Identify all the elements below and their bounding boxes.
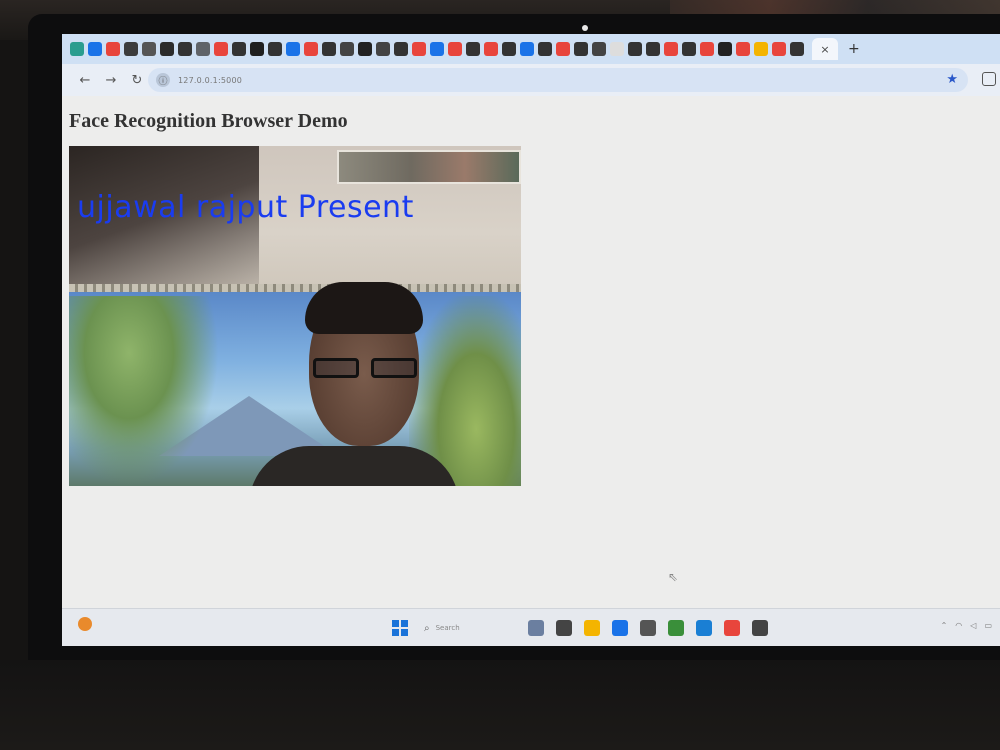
tab-favicon-icon[interactable] (412, 42, 426, 56)
search-placeholder: Search (435, 624, 460, 632)
tab-favicon-icon[interactable] (268, 42, 282, 56)
tab-favicon-icon[interactable] (340, 42, 354, 56)
tab-favicon-icon[interactable] (574, 42, 588, 56)
taskbar-app-icon[interactable] (556, 620, 572, 636)
taskbar-search[interactable]: ⌕ Search (424, 619, 516, 637)
back-button[interactable]: ← (72, 73, 98, 88)
video-picture-frame (337, 150, 521, 184)
recognition-label: ujjawal rajput Present (77, 190, 414, 225)
taskbar-app-icon[interactable] (640, 620, 656, 636)
tab-favicon-icon[interactable] (538, 42, 552, 56)
tab-favicon-icon[interactable] (682, 42, 696, 56)
weather-widget[interactable] (78, 617, 92, 631)
glasses-left-lens (313, 358, 359, 378)
webcam-light (582, 25, 588, 31)
tab-favicon-icon[interactable] (592, 42, 606, 56)
tab-favicon-icon[interactable] (304, 42, 318, 56)
tab-favicon-icon[interactable] (628, 42, 642, 56)
tab-favicon-icon[interactable] (430, 42, 444, 56)
page-title: Face Recognition Browser Demo (69, 110, 348, 132)
start-button[interactable] (392, 620, 408, 636)
tab-favicon-icon[interactable] (214, 42, 228, 56)
tab-favicon-icon[interactable] (286, 42, 300, 56)
laptop-base (0, 660, 1000, 750)
taskbar-app-icon[interactable] (752, 620, 768, 636)
video-wallpaper-border (69, 284, 521, 292)
mouse-cursor-icon: ⇖ (668, 570, 679, 584)
video-shadow (69, 146, 259, 306)
new-tab-button[interactable]: + (848, 41, 860, 57)
reload-button[interactable]: ↻ (124, 73, 150, 88)
wifi-icon[interactable]: ◠ (955, 621, 962, 630)
tab-favicon-icon[interactable] (736, 42, 750, 56)
tab-favicon-icon[interactable] (232, 42, 246, 56)
side-panel-icon[interactable] (982, 72, 996, 86)
tab-favicon-icon[interactable] (664, 42, 678, 56)
taskbar-app-icon[interactable] (696, 620, 712, 636)
active-tab[interactable]: × (812, 38, 838, 60)
webcam-video-feed: ujjawal rajput Present (69, 146, 521, 486)
tab-favicon-icon[interactable] (178, 42, 192, 56)
tab-favicon-icon[interactable] (250, 42, 264, 56)
tab-favicon-icon[interactable] (448, 42, 462, 56)
taskbar-app-icon[interactable] (612, 620, 628, 636)
taskbar-app-icon[interactable] (724, 620, 740, 636)
tab-favicon-icon[interactable] (88, 42, 102, 56)
tab-favicon-icon[interactable] (646, 42, 660, 56)
taskbar-app-icon[interactable] (668, 620, 684, 636)
site-info-icon[interactable]: ⓘ (156, 73, 170, 87)
person-glasses (313, 358, 419, 380)
tab-favicon-icon[interactable] (160, 42, 174, 56)
taskbar-app-icon[interactable] (584, 620, 600, 636)
tab-favicon-icon[interactable] (394, 42, 408, 56)
battery-icon[interactable]: ▭ (984, 621, 992, 630)
tab-favicon-icon[interactable] (70, 42, 84, 56)
person-hair (305, 282, 423, 334)
tab-favicon-icon[interactable] (376, 42, 390, 56)
glasses-right-lens (371, 358, 417, 378)
web-page: Face Recognition Browser Demo ujjawal ra… (62, 96, 1000, 608)
tab-favicon-icon[interactable] (466, 42, 480, 56)
tab-favicon-icon[interactable] (700, 42, 714, 56)
video-tree-left (69, 296, 219, 486)
tab-favicon-icon[interactable] (772, 42, 786, 56)
volume-icon[interactable]: ◁ (970, 621, 976, 630)
url-text[interactable]: 127.0.0.1:5000 (178, 76, 242, 85)
tab-favicon-icon[interactable] (196, 42, 210, 56)
search-icon: ⌕ (424, 622, 430, 634)
address-bar[interactable]: ⓘ 127.0.0.1:5000 ★ (148, 68, 968, 92)
bookmark-star-icon[interactable]: ★ (946, 72, 958, 87)
laptop-screen: × + ← → ↻ ⓘ 127.0.0.1:5000 ★ Face Recogni… (62, 34, 1000, 646)
tab-favicon-icon[interactable] (556, 42, 570, 56)
browser-tab-strip: × + (62, 34, 1000, 64)
tab-close-icon[interactable]: × (820, 43, 829, 56)
tab-favicon-icon[interactable] (322, 42, 336, 56)
tray-chevron-icon[interactable]: ⌃ (941, 621, 948, 630)
tab-favicon-icon[interactable] (754, 42, 768, 56)
system-tray: ⌃ ◠ ◁ ▭ (933, 621, 992, 630)
windows-taskbar: ⌕ Search ⌃ ◠ ◁ ▭ (62, 608, 1000, 646)
weather-icon (78, 617, 92, 631)
tab-favicon-icon[interactable] (502, 42, 516, 56)
tab-favicon-icon[interactable] (142, 42, 156, 56)
tab-favicon-icon[interactable] (124, 42, 138, 56)
tab-favicon-icon[interactable] (358, 42, 372, 56)
taskbar-app-icon[interactable] (528, 620, 544, 636)
tab-favicon-icon[interactable] (610, 42, 624, 56)
tab-favicon-icon[interactable] (484, 42, 498, 56)
forward-button[interactable]: → (98, 73, 124, 88)
tab-favicon-icon[interactable] (718, 42, 732, 56)
browser-toolbar: ← → ↻ ⓘ 127.0.0.1:5000 ★ (62, 64, 1000, 96)
tab-favicon-icon[interactable] (790, 42, 804, 56)
taskbar-center: ⌕ Search (392, 617, 768, 639)
tab-favicon-icon[interactable] (520, 42, 534, 56)
tab-favicon-icon[interactable] (106, 42, 120, 56)
